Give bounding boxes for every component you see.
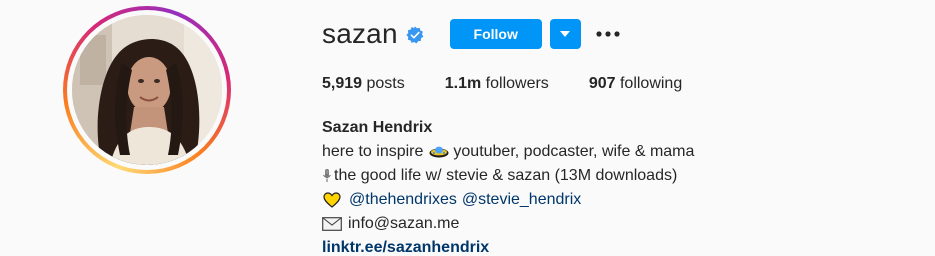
bio-line-4: info@sazan.me xyxy=(322,212,694,236)
mention-stevie-hendrix-link[interactable]: @stevie_hendrix xyxy=(462,188,581,212)
posts-label: posts xyxy=(366,75,405,92)
bio-line-2-text: the good life w/ stevie & sazan (13M dow… xyxy=(334,167,678,184)
full-name: Sazan Hendrix xyxy=(322,119,433,136)
caret-down-icon xyxy=(560,31,571,37)
posts-stat: 5,919 posts xyxy=(322,74,405,94)
suggested-accounts-dropdown-button[interactable] xyxy=(549,19,581,49)
follow-button[interactable]: Follow xyxy=(449,19,542,49)
following-stat[interactable]: 907 following xyxy=(589,74,682,94)
following-label: following xyxy=(619,75,683,92)
followers-label: followers xyxy=(485,75,549,92)
followers-stat[interactable]: 1.1m followers xyxy=(445,74,549,94)
flying-saucer-emoji-icon xyxy=(429,145,449,159)
microphone-emoji-icon xyxy=(322,168,332,184)
bio-line-3: @thehendrixes @stevie_hendrix xyxy=(322,188,694,212)
verified-badge-icon xyxy=(406,26,424,44)
external-link[interactable]: linktr.ee/sazanhendrix xyxy=(322,236,489,256)
bio-line-5: linktr.ee/sazanhendrix xyxy=(322,236,694,256)
mention-thehendrixes-link[interactable]: @thehendrixes xyxy=(349,188,457,212)
bio-line-1-suffix: youtuber, podcaster, wife & mama xyxy=(453,143,695,160)
more-options-icon xyxy=(596,31,620,37)
bio-line-2: the good life w/ stevie & sazan (13M dow… xyxy=(322,164,694,188)
profile-stats: 5,919 posts 1.1m followers 907 following xyxy=(322,74,722,94)
bio-line-1-prefix: here to inspire xyxy=(322,143,424,160)
username: sazan xyxy=(322,18,398,49)
avatar-border xyxy=(67,10,227,170)
bio-line-1: here to inspire youtuber, podcaster, wif… xyxy=(322,140,694,164)
bio-full-name-line: Sazan Hendrix xyxy=(322,116,694,140)
posts-count: 5,919 xyxy=(322,75,363,92)
envelope-emoji-icon xyxy=(322,217,342,231)
profile-header: sazan Follow 5,919 posts 1.1m followers … xyxy=(0,0,935,256)
followers-count: 1.1m xyxy=(444,75,482,92)
story-ring[interactable] xyxy=(63,6,231,174)
more-options-button[interactable] xyxy=(595,19,621,49)
profile-title-row: sazan Follow xyxy=(322,18,621,50)
profile-bio: Sazan Hendrix here to inspire youtuber, … xyxy=(322,116,694,256)
following-count: 907 xyxy=(588,75,616,92)
email-text: info@sazan.me xyxy=(348,215,460,232)
avatar[interactable] xyxy=(72,15,222,165)
yellow-heart-emoji-icon xyxy=(323,192,341,208)
